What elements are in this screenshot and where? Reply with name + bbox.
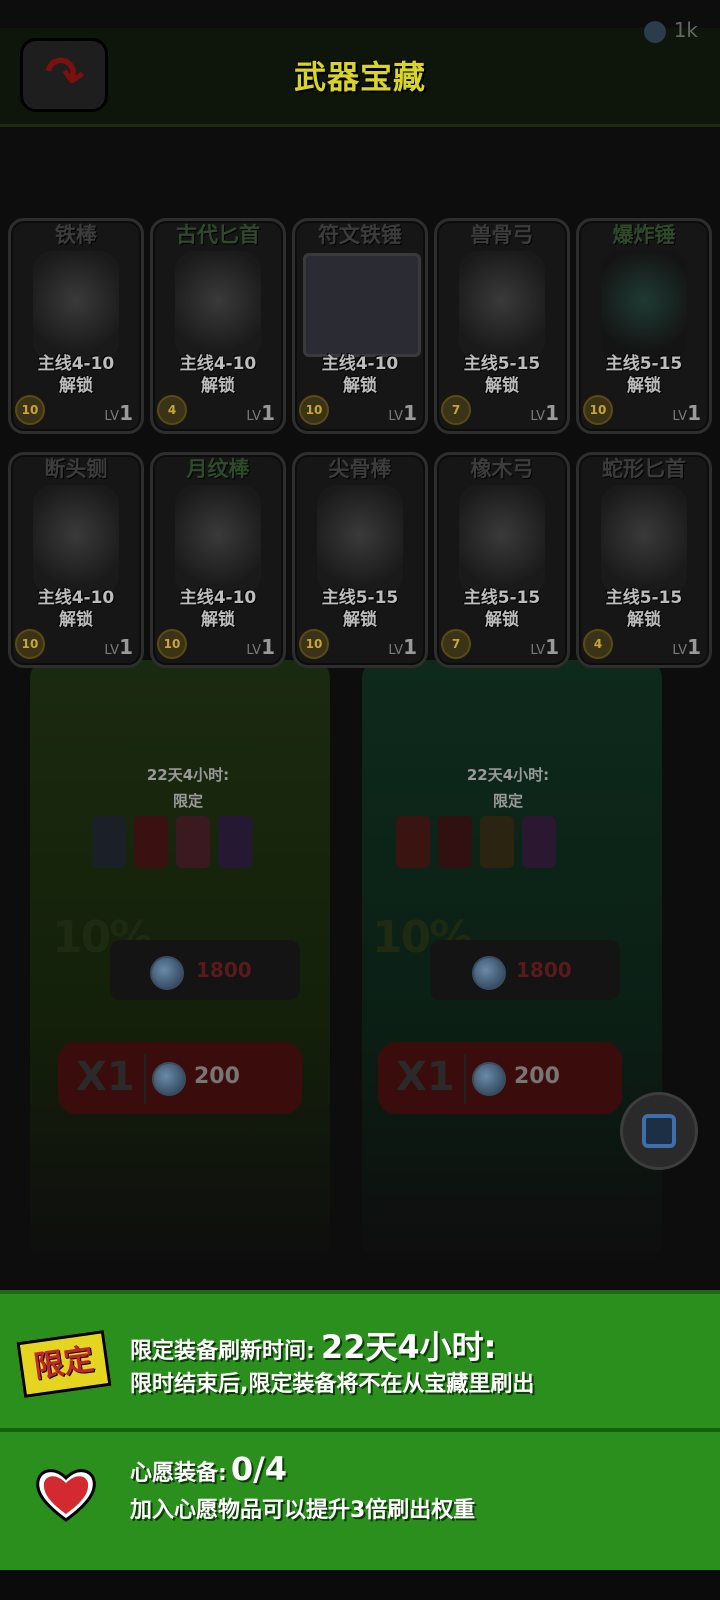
weapon-name: 尖骨棒 — [328, 457, 392, 481]
weapon-level: LV1 — [104, 635, 133, 659]
rarity-badge: 10 — [299, 629, 329, 659]
unlock-requirement: 主线5-15 解锁 — [463, 588, 541, 630]
weapon-art — [33, 251, 119, 361]
divider — [144, 1054, 146, 1104]
weapon-card[interactable]: 尖骨棒 主线5-15 解锁 10 LV1 — [292, 452, 428, 668]
weapon-card[interactable]: 爆炸锤 主线5-15 解锁 10 LV1 — [576, 218, 712, 434]
limited-note: 限时结束后,限定装备将不在从宝藏里刷出 — [130, 1372, 535, 1397]
weapon-card[interactable]: 月纹棒 主线4-10 解锁 10 LV1 — [150, 452, 286, 668]
wish-label: 心愿装备: — [130, 1461, 227, 1486]
buy-count: X1 — [76, 1054, 135, 1100]
weapon-level: LV1 — [388, 635, 417, 659]
buy-price: 200 — [514, 1064, 560, 1089]
unlock-requirement: 主线4-10 解锁 — [179, 354, 257, 396]
weapon-name: 兽骨弓 — [470, 223, 534, 247]
weapon-art — [303, 253, 421, 357]
refresh-time: 22天4小时: — [320, 1328, 497, 1366]
weapon-art — [175, 251, 261, 361]
weapon-art — [459, 251, 545, 361]
buy-price: 200 — [194, 1064, 240, 1089]
weapon-card[interactable]: 蛇形匕首 主线5-15 解锁 4 LV1 — [576, 452, 712, 668]
rarity-badge: 4 — [583, 629, 613, 659]
weapon-card[interactable]: 橡木弓 主线5-15 解锁 7 LV1 — [434, 452, 570, 668]
chest-left-timer: 22天4小时: 限定 — [118, 762, 258, 814]
unlock-requirement: 主线4-10 解锁 — [37, 354, 115, 396]
chest-right-buy-button[interactable]: X1 200 — [378, 1042, 622, 1114]
weapon-level: LV1 — [530, 635, 559, 659]
weapon-art — [317, 485, 403, 595]
rarity-badge: 7 — [441, 395, 471, 425]
weapon-level: LV1 — [246, 635, 275, 659]
weapon-card[interactable]: 符文铁锤 主线4-10 解锁 10 LV1 — [292, 218, 428, 434]
wish-count: 0/4 — [230, 1450, 288, 1488]
unlock-requirement: 主线4-10 解锁 — [179, 588, 257, 630]
rarity-badge: 10 — [15, 629, 45, 659]
rarity-badge: 4 — [157, 395, 187, 425]
chest-right-items — [392, 810, 592, 880]
cube-icon — [642, 1114, 676, 1148]
gem-icon — [472, 1062, 506, 1096]
unlock-requirement: 主线4-10 解锁 — [37, 588, 115, 630]
unlock-requirement: 主线5-15 解锁 — [321, 588, 399, 630]
unlock-requirement: 主线5-15 解锁 — [605, 588, 683, 630]
weapon-name: 符文铁锤 — [318, 223, 402, 247]
cube-button[interactable] — [620, 1092, 698, 1170]
weapon-art — [175, 485, 261, 595]
chest-left-timer-text: 22天4小时: — [146, 766, 230, 784]
weapon-name: 爆炸锤 — [612, 223, 676, 247]
weapon-card[interactable]: 铁棒 主线4-10 解锁 10 LV1 — [8, 218, 144, 434]
chest-right-timer-text: 22天4小时: — [466, 766, 550, 784]
weapon-art — [33, 485, 119, 595]
gem-icon — [472, 956, 506, 990]
chest-left-items — [88, 810, 288, 880]
rarity-badge: 7 — [441, 629, 471, 659]
wish-note: 加入心愿物品可以提升3倍刷出权重 — [130, 1498, 476, 1523]
weapon-level: LV1 — [672, 635, 701, 659]
chest-left-buy-button[interactable]: X1 200 — [58, 1042, 302, 1114]
weapon-art — [459, 485, 545, 595]
weapon-name: 断头铡 — [44, 457, 108, 481]
weapon-level: LV1 — [104, 401, 133, 425]
unlock-requirement: 主线5-15 解锁 — [463, 354, 541, 396]
currency-display: 1k — [643, 18, 698, 43]
weapon-name: 月纹棒 — [186, 457, 250, 481]
divider — [464, 1054, 466, 1104]
weapon-name: 铁棒 — [55, 223, 97, 247]
unlock-requirement: 主线5-15 解锁 — [605, 354, 683, 396]
weapon-name: 古代匕首 — [176, 223, 260, 247]
weapon-name: 橡木弓 — [470, 457, 534, 481]
weapon-card[interactable]: 兽骨弓 主线5-15 解锁 7 LV1 — [434, 218, 570, 434]
currency-amount: 1k — [673, 18, 698, 42]
limited-refresh-line: 限定装备刷新时间: 22天4小时: — [130, 1322, 496, 1368]
chest-right-original-price: 1800 — [516, 958, 572, 982]
weapon-name: 蛇形匕首 — [602, 457, 686, 481]
bottom-edge — [0, 1570, 720, 1600]
rarity-badge: 10 — [299, 395, 329, 425]
weapon-card[interactable]: 古代匕首 主线4-10 解锁 4 LV1 — [150, 218, 286, 434]
page-title: 武器宝藏 — [293, 58, 426, 96]
wish-count-line: 心愿装备: 0/4 — [130, 1450, 287, 1488]
weapon-level: LV1 — [388, 401, 417, 425]
weapon-level: LV1 — [530, 401, 559, 425]
weapon-level: LV1 — [672, 401, 701, 425]
weapon-art — [601, 251, 687, 361]
gem-icon — [150, 956, 184, 990]
refresh-label: 限定装备刷新时间: — [130, 1339, 315, 1364]
gem-icon — [643, 20, 666, 43]
buy-count: X1 — [396, 1054, 455, 1100]
rarity-badge: 10 — [157, 629, 187, 659]
gem-icon — [152, 1062, 186, 1096]
rarity-badge: 10 — [583, 395, 613, 425]
weapon-card[interactable]: 断头铡 主线4-10 解锁 10 LV1 — [8, 452, 144, 668]
chest-left-original-price: 1800 — [196, 958, 252, 982]
unlock-requirement: 主线4-10 解锁 — [321, 354, 399, 396]
weapon-level: LV1 — [246, 401, 275, 425]
chest-right-timer: 22天4小时: 限定 — [438, 762, 578, 814]
weapon-art — [601, 485, 687, 595]
heart-icon — [36, 1469, 96, 1522]
rarity-badge: 10 — [15, 395, 45, 425]
